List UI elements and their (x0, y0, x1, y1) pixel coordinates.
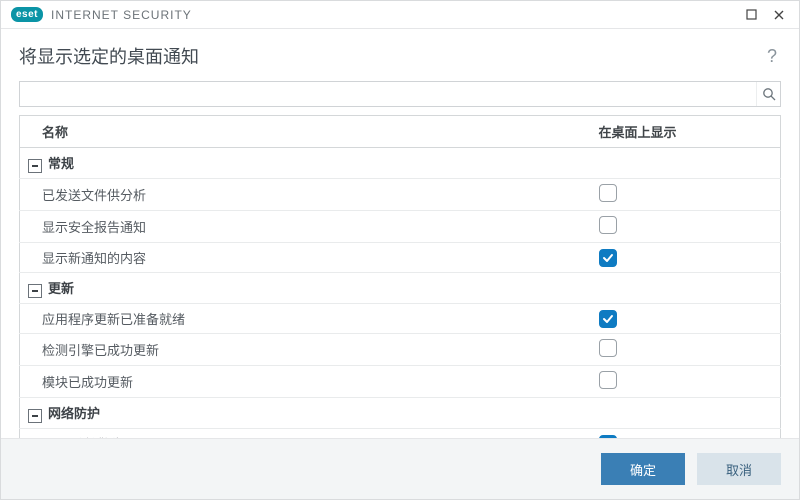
table-row: 模块已成功更新 (20, 366, 781, 398)
collapse-icon[interactable] (28, 159, 42, 173)
collapse-icon[interactable] (28, 284, 42, 298)
cancel-button[interactable]: 取消 (697, 453, 781, 485)
item-label: 检测引擎已成功更新 (20, 334, 591, 366)
table-row: WiFi 防护警告 (20, 429, 781, 439)
category-label: 常规 (48, 156, 74, 171)
table-header-row: 名称 在桌面上显示 (20, 116, 781, 148)
table-row: 检测引擎已成功更新 (20, 334, 781, 366)
dialog-footer: 确定 取消 (1, 438, 799, 499)
app-window: eset INTERNET SECURITY 将显示选定的桌面通知 ? 名称 在… (0, 0, 800, 500)
titlebar: eset INTERNET SECURITY (1, 1, 799, 29)
item-label: WiFi 防护警告 (20, 429, 591, 439)
column-header-name[interactable]: 名称 (20, 116, 591, 148)
notifications-table: 名称 在桌面上显示 常规已发送文件供分析显示安全报告通知显示新通知的内容更新应用… (19, 115, 781, 438)
table-row: 应用程序更新已准备就绪 (20, 304, 781, 334)
close-icon (773, 9, 785, 21)
item-label: 应用程序更新已准备就绪 (20, 304, 591, 334)
category-row[interactable]: 常规 (20, 148, 781, 179)
category-label: 更新 (48, 281, 74, 296)
show-on-desktop-checkbox[interactable] (599, 249, 617, 267)
page-title: 将显示选定的桌面通知 (19, 43, 199, 69)
window-maximize-button[interactable] (737, 5, 765, 25)
content-area: 名称 在桌面上显示 常规已发送文件供分析显示安全报告通知显示新通知的内容更新应用… (1, 81, 799, 438)
show-on-desktop-checkbox[interactable] (599, 371, 617, 389)
show-on-desktop-checkbox[interactable] (599, 184, 617, 202)
category-row[interactable]: 更新 (20, 273, 781, 304)
show-on-desktop-checkbox[interactable] (599, 310, 617, 328)
show-on-desktop-checkbox[interactable] (599, 339, 617, 357)
column-header-show[interactable]: 在桌面上显示 (591, 116, 781, 148)
ok-button[interactable]: 确定 (601, 453, 685, 485)
table-row: 显示新通知的内容 (20, 243, 781, 273)
help-button[interactable]: ? (763, 46, 781, 67)
category-row[interactable]: 网络防护 (20, 398, 781, 429)
dialog-header: 将显示选定的桌面通知 ? (1, 29, 799, 81)
item-label: 显示新通知的内容 (20, 243, 591, 273)
search-input[interactable] (19, 81, 781, 107)
window-close-button[interactable] (765, 5, 793, 25)
search-icon (762, 87, 776, 101)
item-label: 已发送文件供分析 (20, 179, 591, 211)
collapse-icon[interactable] (28, 409, 42, 423)
table-row: 显示安全报告通知 (20, 211, 781, 243)
show-on-desktop-checkbox[interactable] (599, 216, 617, 234)
brand-name: INTERNET SECURITY (51, 8, 192, 22)
table-row: 已发送文件供分析 (20, 179, 781, 211)
item-label: 显示安全报告通知 (20, 211, 591, 243)
category-label: 网络防护 (48, 406, 100, 421)
item-label: 模块已成功更新 (20, 366, 591, 398)
maximize-icon (746, 9, 757, 20)
search-button[interactable] (756, 82, 780, 106)
brand-badge: eset (11, 7, 43, 22)
search-wrapper (19, 81, 781, 107)
